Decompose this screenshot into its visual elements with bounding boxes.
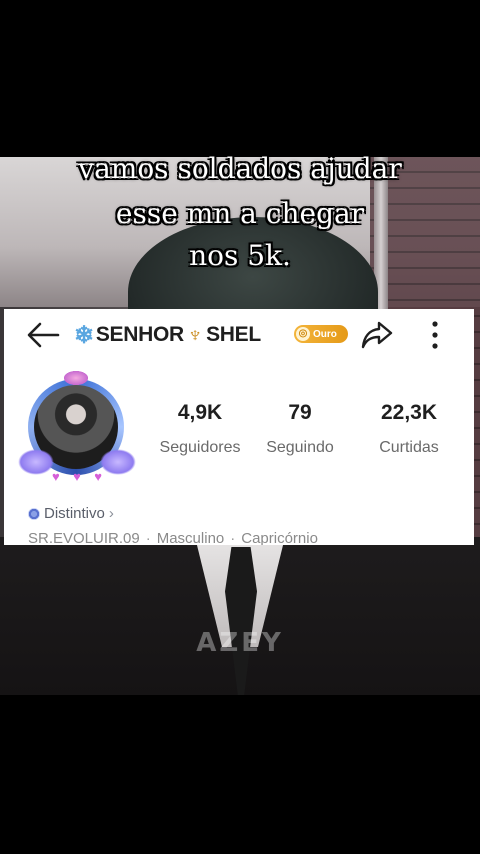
avatar-wing-left	[18, 449, 54, 475]
stat-following[interactable]: 79 Seguindo	[262, 401, 338, 457]
stat-followers[interactable]: 4,9K Seguidores	[154, 401, 246, 457]
profile-username: ❄ SENHOR ♆ SHEL	[74, 321, 261, 349]
watermark: AZEY	[196, 628, 284, 658]
following-label: Seguindo	[266, 439, 334, 456]
badge-icon	[28, 507, 40, 520]
stat-likes[interactable]: 22,3K Curtidas	[364, 401, 454, 457]
back-arrow-icon[interactable]	[26, 321, 60, 349]
avatar-wing-right	[100, 449, 136, 475]
caption-line-3: nos 5k.	[189, 239, 291, 272]
snowflake-icon: ❄	[74, 321, 94, 349]
avatar-bow-icon	[64, 371, 88, 385]
tier-badge: ◎ Ouro	[294, 325, 348, 343]
tier-badge-label: Ouro	[313, 328, 337, 340]
followers-count: 4,9K	[177, 401, 223, 424]
heart-icon: ♥	[73, 469, 81, 484]
caption-line-1: vamos soldados ajudar	[78, 152, 402, 185]
username-part-1: SENHOR	[95, 323, 184, 346]
coin-icon: ◎	[296, 327, 310, 341]
heart-icon: ♥	[52, 469, 60, 484]
meta-gender: Masculino	[156, 530, 225, 545]
avatar[interactable]: ♥ ♥ ♥	[18, 371, 136, 489]
meta-separator: ·	[145, 530, 151, 545]
distintivo-label: Distintivo	[44, 505, 105, 522]
profile-card: ❄ SENHOR ♆ SHEL ◎ Ouro ♥ ♥ ♥ 4,9K Seguid…	[4, 309, 474, 545]
following-count: 79	[288, 401, 312, 424]
avatar-hearts: ♥ ♥ ♥	[52, 469, 102, 485]
heart-icon: ♥	[94, 469, 102, 484]
trident-icon: ♆	[186, 322, 204, 347]
likes-count: 22,3K	[380, 401, 438, 424]
profile-meta: SR.EVOLUIR.09 · Masculino · Capricórnio	[28, 530, 318, 545]
caption-line-2: esse mn a chegar	[115, 197, 365, 230]
chevron-right-icon: ›	[108, 505, 114, 522]
followers-label: Seguidores	[159, 439, 241, 456]
profile-topbar: ❄ SENHOR ♆ SHEL ◎ Ouro	[4, 309, 474, 361]
username-part-2: SHEL	[206, 323, 261, 346]
likes-label: Curtidas	[379, 439, 439, 456]
more-options-icon[interactable]	[424, 319, 446, 351]
meta-handle: SR.EVOLUIR.09	[28, 530, 140, 545]
share-icon[interactable]	[360, 319, 394, 351]
meta-separator: ·	[230, 530, 236, 545]
distintivo-link[interactable]: Distintivo ›	[28, 505, 114, 522]
meta-sign: Capricórnio	[241, 530, 318, 545]
